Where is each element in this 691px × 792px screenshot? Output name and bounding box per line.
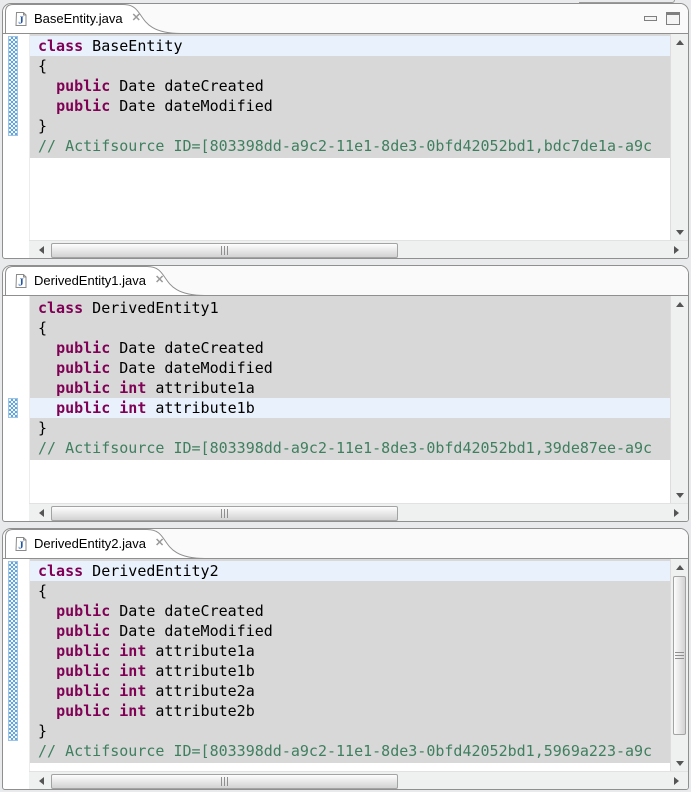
scroll-left-arrow[interactable] — [33, 241, 49, 258]
code-line: class DerivedEntity2 — [30, 561, 670, 581]
change-marker[interactable] — [8, 398, 18, 418]
tab-bar: J BaseEntity.java ✕ — [3, 4, 688, 34]
scroll-left-arrow[interactable] — [33, 772, 49, 789]
java-file-icon: J — [13, 536, 29, 552]
code-editor-area[interactable]: class DerivedEntity2{ public Date dateCr… — [29, 559, 670, 771]
tab-title: DerivedEntity1.java — [34, 273, 146, 288]
code-block: class DerivedEntity2{ public Date dateCr… — [30, 559, 670, 763]
code-line: public int attribute1b — [30, 661, 670, 681]
vertical-scroll-thumb[interactable] — [673, 576, 686, 735]
tab-baseentity[interactable]: J BaseEntity.java ✕ — [13, 4, 141, 33]
code-line: public Date dateModified — [30, 358, 670, 378]
code-line: public int attribute2b — [30, 701, 670, 721]
code-line: { — [30, 56, 670, 76]
code-line: // Actifsource ID=[803398dd-a9c2-11e1-8d… — [30, 136, 670, 156]
code-line: public int attribute1b — [30, 398, 670, 418]
editor-content: class BaseEntity{ public Date dateCreate… — [3, 34, 688, 240]
editor-pane-derivedentity2: J DerivedEntity2.java ✕ class DerivedEnt… — [2, 528, 689, 790]
horizontal-scrollbar[interactable] — [29, 503, 688, 521]
code-line: public int attribute1a — [30, 378, 670, 398]
change-marker[interactable] — [8, 561, 18, 741]
editor-pane-derivedentity1: J DerivedEntity1.java ✕ class DerivedEnt… — [2, 265, 689, 522]
annotation-ruler[interactable] — [3, 559, 29, 771]
horizontal-scroll-thumb[interactable] — [51, 774, 398, 789]
code-line: } — [30, 721, 670, 741]
scroll-right-arrow[interactable] — [668, 504, 684, 521]
code-block: class BaseEntity{ public Date dateCreate… — [30, 34, 670, 158]
tab-bar: J DerivedEntity1.java ✕ — [3, 266, 688, 296]
code-line: } — [30, 418, 670, 438]
code-line: public Date dateCreated — [30, 338, 670, 358]
annotation-ruler[interactable] — [3, 34, 29, 240]
editor-content: class DerivedEntity1{ public Date dateCr… — [3, 296, 688, 503]
svg-text:J: J — [18, 539, 24, 551]
java-file-icon: J — [13, 273, 29, 289]
code-line: public Date dateCreated — [30, 76, 670, 96]
close-icon[interactable]: ✕ — [132, 13, 141, 24]
scroll-down-arrow[interactable] — [671, 224, 688, 240]
code-line: class BaseEntity — [30, 36, 670, 56]
svg-text:J: J — [18, 14, 24, 26]
code-line: } — [30, 116, 670, 136]
scroll-right-arrow[interactable] — [668, 241, 684, 258]
tab-derivedentity1[interactable]: J DerivedEntity1.java ✕ — [13, 266, 164, 295]
editor-content: class DerivedEntity2{ public Date dateCr… — [3, 559, 688, 771]
horizontal-scrollbar[interactable] — [29, 240, 688, 258]
code-line: public Date dateCreated — [30, 601, 670, 621]
scroll-down-arrow[interactable] — [671, 755, 688, 771]
tab-derivedentity2[interactable]: J DerivedEntity2.java ✕ — [13, 529, 164, 558]
code-line: public Date dateModified — [30, 621, 670, 641]
annotation-ruler[interactable] — [3, 296, 29, 503]
code-line: public int attribute1a — [30, 641, 670, 661]
vertical-scrollbar[interactable] — [670, 296, 688, 503]
scroll-left-arrow[interactable] — [33, 504, 49, 521]
code-line: { — [30, 318, 670, 338]
code-line: class DerivedEntity1 — [30, 298, 670, 318]
code-line: public Date dateModified — [30, 96, 670, 116]
code-editor-area[interactable]: class DerivedEntity1{ public Date dateCr… — [29, 296, 670, 503]
svg-text:J: J — [18, 276, 24, 288]
tab-title: DerivedEntity2.java — [34, 536, 146, 551]
scroll-up-arrow[interactable] — [671, 559, 688, 575]
scroll-up-arrow[interactable] — [671, 296, 688, 312]
minimize-icon[interactable] — [644, 16, 657, 21]
vertical-scrollbar[interactable] — [670, 34, 688, 240]
horizontal-scroll-thumb[interactable] — [51, 506, 398, 521]
code-line: { — [30, 581, 670, 601]
editor-pane-baseentity: J BaseEntity.java ✕ class BaseEntity{ pu… — [2, 3, 689, 259]
close-icon[interactable]: ✕ — [155, 275, 164, 286]
code-editor-area[interactable]: class BaseEntity{ public Date dateCreate… — [29, 34, 670, 240]
scroll-up-arrow[interactable] — [671, 34, 688, 50]
java-file-icon: J — [13, 11, 29, 27]
horizontal-scrollbar[interactable] — [29, 771, 688, 789]
scroll-down-arrow[interactable] — [671, 487, 688, 503]
code-line: public int attribute2a — [30, 681, 670, 701]
tab-title: BaseEntity.java — [34, 11, 123, 26]
code-line: // Actifsource ID=[803398dd-a9c2-11e1-8d… — [30, 741, 670, 761]
code-line: // Actifsource ID=[803398dd-a9c2-11e1-8d… — [30, 438, 670, 458]
code-block: class DerivedEntity1{ public Date dateCr… — [30, 296, 670, 460]
change-marker[interactable] — [8, 36, 18, 136]
tab-bar: J DerivedEntity2.java ✕ — [3, 529, 688, 559]
horizontal-scroll-thumb[interactable] — [51, 243, 398, 258]
close-icon[interactable]: ✕ — [155, 538, 164, 549]
vertical-scrollbar[interactable] — [670, 559, 688, 771]
scroll-right-arrow[interactable] — [668, 772, 684, 789]
maximize-icon[interactable] — [666, 12, 680, 25]
